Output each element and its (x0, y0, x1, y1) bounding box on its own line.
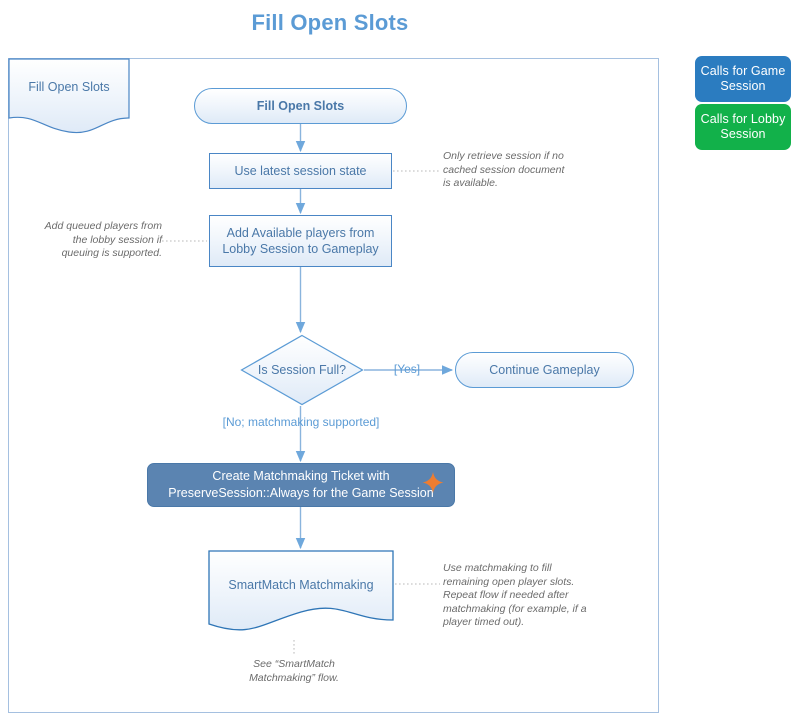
annotation-see-flow: See “SmartMatch Matchmaking” flow. (249, 658, 339, 684)
branch-label-yes: [Yes] (393, 362, 421, 376)
annotation-queued-players: Add queued players from the lobby sessio… (44, 220, 162, 259)
node-add-players-label: Add Available players from Lobby Session… (222, 226, 379, 256)
node-decision-label: Is Session Full? (257, 363, 347, 377)
flow-document-shape: Fill Open Slots (8, 58, 130, 134)
node-use-latest-session-state[interactable]: Use latest session state (209, 153, 392, 189)
legend-label-lobby-session: Calls for Lobby Session (700, 112, 786, 141)
node-continue-label: Continue Gameplay (489, 363, 600, 377)
node-start-fill-open-slots[interactable]: Fill Open Slots (194, 88, 407, 124)
legend-item-game-session: Calls for Game Session (695, 56, 791, 102)
page-title: Fill Open Slots (251, 10, 409, 35)
node-add-available-players[interactable]: Add Available players from Lobby Session… (209, 215, 392, 267)
diagram-canvas: Fill Open Slots Fill Open Slots Calls fo… (0, 0, 794, 716)
node-smartmatch-label: SmartMatch Matchmaking (228, 578, 374, 592)
node-start-label: Fill Open Slots (256, 99, 345, 113)
annotation-cached-session: Only retrieve session if no cached sessi… (443, 150, 565, 189)
node-use-latest-label: Use latest session state (234, 164, 367, 178)
node-create-ticket-label: Create Matchmaking Ticket with PreserveS… (168, 469, 434, 500)
annotation-use-matchmaking: Use matchmaking to fill remaining open p… (443, 562, 587, 628)
legend-item-lobby-session: Calls for Lobby Session (695, 104, 791, 150)
flow-document-label: Fill Open Slots (28, 80, 110, 94)
node-continue-gameplay[interactable]: Continue Gameplay (455, 352, 634, 388)
sparkle-icon (422, 472, 444, 499)
node-create-matchmaking-ticket[interactable]: Create Matchmaking Ticket with PreserveS… (147, 463, 455, 507)
legend-label-game-session: Calls for Game Session (700, 64, 786, 93)
node-smartmatch-matchmaking[interactable]: SmartMatch Matchmaking (208, 550, 394, 638)
branch-label-no: [No; matchmaking supported] (222, 415, 380, 429)
node-decision-is-session-full[interactable]: Is Session Full? (240, 334, 364, 406)
